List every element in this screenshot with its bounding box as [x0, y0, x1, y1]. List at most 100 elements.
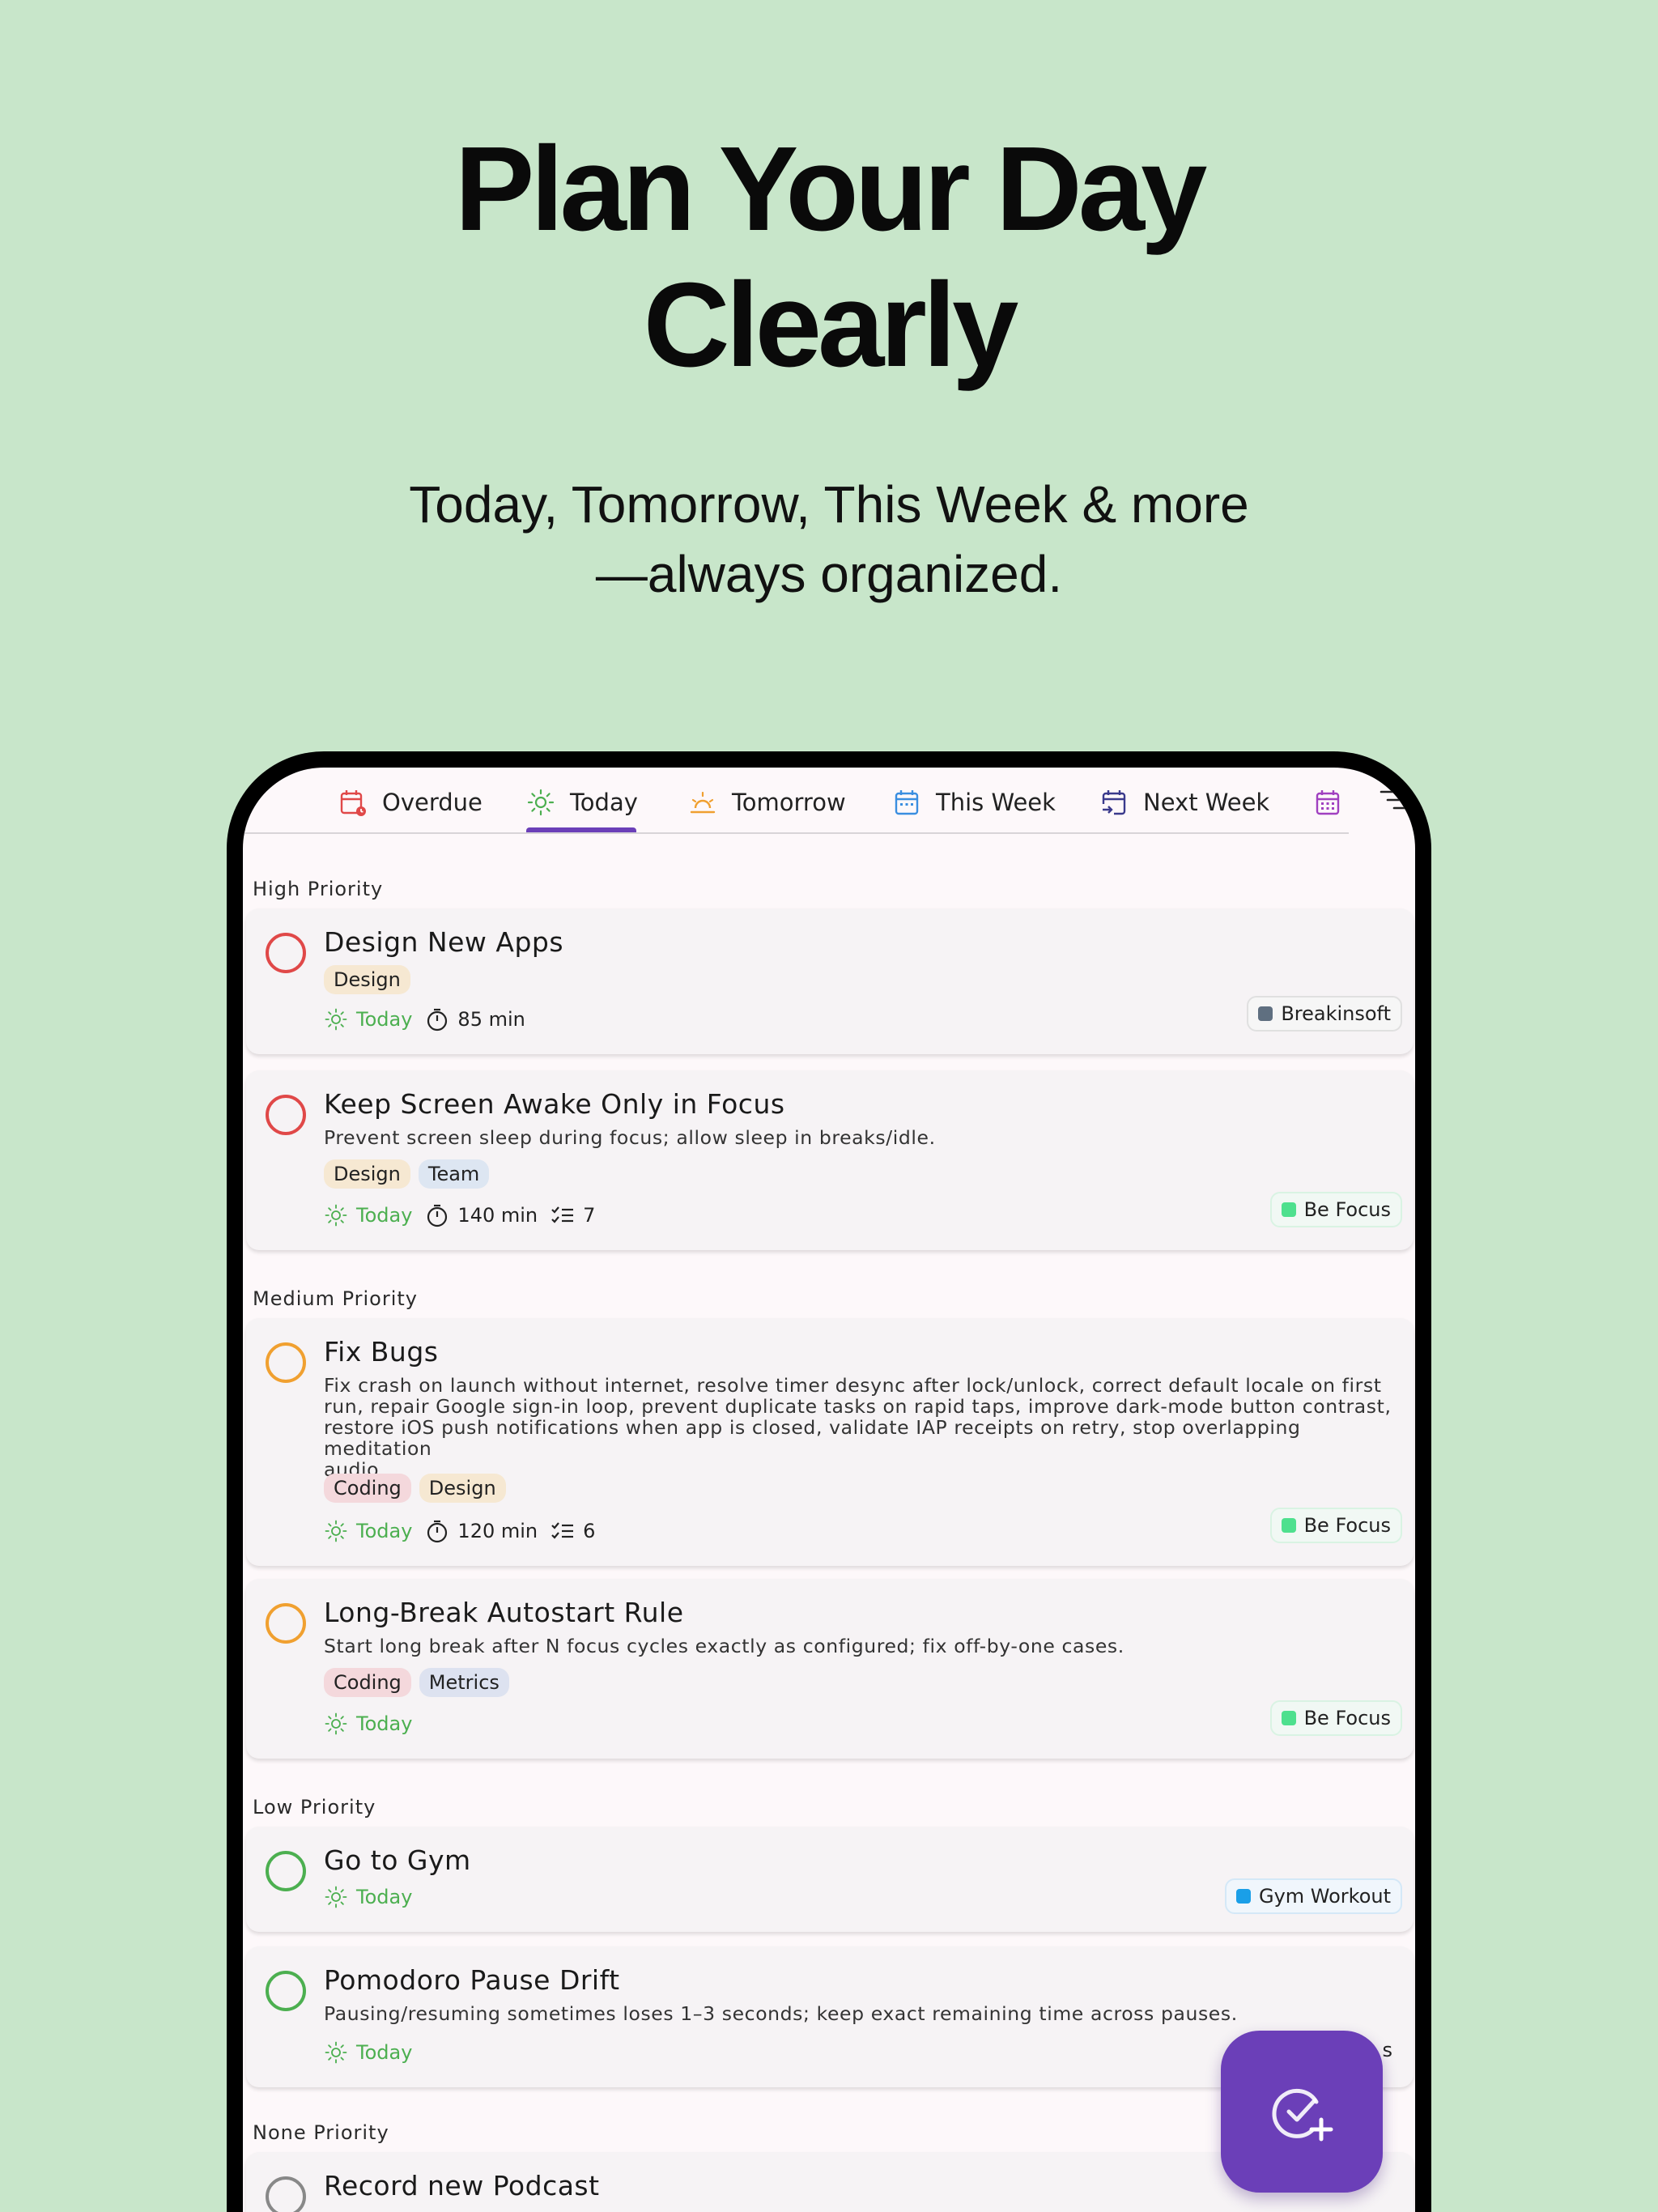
subtasks: 6	[551, 1519, 595, 1543]
task-description: Fix crash on launch without internet, re…	[324, 1375, 1401, 1480]
calendar-alert-icon	[340, 790, 366, 816]
subhead-line-1: Today, Tomorrow, This Week & more	[409, 475, 1249, 534]
tab-calendar[interactable]	[1313, 782, 1342, 823]
description-line: Fix crash on launch without internet, re…	[324, 1374, 1382, 1397]
subtask-count: 7	[583, 1204, 596, 1227]
task-tags: Coding Metrics	[324, 1668, 509, 1697]
task-card[interactable]: Go to Gym Today Gym Workout	[246, 1827, 1414, 1932]
task-title: Long-Break Autostart Rule	[324, 1597, 684, 1628]
due-today: Today	[324, 1885, 412, 1909]
task-meta: Today 120 min 6	[324, 1519, 595, 1543]
duration-label: 120 min	[457, 1520, 538, 1542]
filter-icon[interactable]	[1376, 784, 1409, 816]
subtask-count: 6	[583, 1520, 596, 1542]
promo-headline: Plan Your Day Clearly	[0, 121, 1658, 393]
task-title: Pomodoro Pause Drift	[324, 1964, 620, 1996]
task-tags: Design Team	[324, 1159, 490, 1189]
sun-icon	[325, 1520, 347, 1542]
project-label: Be Focus	[1303, 1198, 1391, 1221]
project-color-dot	[1258, 1006, 1273, 1021]
subhead-line-2: —always organized.	[595, 545, 1063, 603]
project-badge[interactable]: Gym Workout	[1224, 1878, 1402, 1914]
project-color-dot	[1235, 1889, 1251, 1904]
description-line: run, repair Google sign-in loop, prevent…	[324, 1395, 1392, 1418]
description-line: restore iOS push notifications when app …	[324, 1416, 1301, 1460]
task-title: Record new Podcast	[324, 2170, 600, 2201]
due-label: Today	[356, 1520, 413, 1542]
timer-icon	[427, 1204, 448, 1227]
project-label: s	[1382, 2039, 1392, 2061]
task-complete-checkbox[interactable]	[266, 1603, 306, 1644]
task-card[interactable]: Long-Break Autostart Rule Start long bre…	[246, 1579, 1414, 1759]
sunrise-icon	[690, 791, 716, 814]
task-meta: Today	[324, 1885, 412, 1909]
due-today: Today	[324, 1712, 412, 1736]
tab-today[interactable]: Today	[526, 782, 638, 823]
tab-next-week[interactable]: Next Week	[1099, 782, 1269, 823]
task-complete-checkbox[interactable]	[266, 933, 306, 973]
app-screen: Overdue Today Tomorrow This Week Next We…	[243, 768, 1415, 2212]
headline-line-1: Plan Your Day	[454, 122, 1208, 256]
add-task-button[interactable]	[1221, 2031, 1383, 2193]
project-label: Gym Workout	[1258, 1885, 1391, 1908]
date-filter-tabs: Overdue Today Tomorrow This Week Next We…	[243, 768, 1415, 834]
task-complete-checkbox[interactable]	[266, 2176, 306, 2212]
duration: 85 min	[425, 1007, 525, 1032]
tab-tomorrow[interactable]: Tomorrow	[688, 782, 846, 823]
checklist-icon	[551, 1206, 574, 1223]
tag-chip: Design	[324, 1159, 410, 1189]
due-label: Today	[356, 1008, 413, 1031]
task-title: Fix Bugs	[324, 1336, 439, 1368]
task-complete-checkbox[interactable]	[266, 1971, 306, 2011]
task-card[interactable]: Fix Bugs Fix crash on launch without int…	[246, 1318, 1414, 1566]
tab-label: Next Week	[1143, 789, 1270, 816]
due-today: Today	[324, 1203, 412, 1227]
due-today: Today	[324, 2040, 412, 2065]
tab-overdue[interactable]: Overdue	[338, 782, 483, 823]
task-title: Go to Gym	[324, 1844, 471, 1876]
task-description: Start long break after N focus cycles ex…	[324, 1635, 1124, 1657]
tab-label: Overdue	[382, 789, 483, 816]
tabs-divider	[243, 832, 1349, 834]
section-none-priority: None Priority	[253, 2121, 389, 2144]
tag-chip: Team	[418, 1159, 490, 1189]
task-meta: Today	[324, 1712, 412, 1736]
task-complete-checkbox[interactable]	[266, 1851, 306, 1891]
section-low-priority: Low Priority	[253, 1796, 376, 1819]
project-badge[interactable]: Be Focus	[1269, 1700, 1402, 1736]
project-label: Be Focus	[1303, 1514, 1391, 1537]
due-label: Today	[356, 1712, 413, 1735]
task-card[interactable]: Design New Apps Design Today 85 min Brea…	[246, 908, 1414, 1054]
sun-icon	[325, 2041, 347, 2064]
tab-label: Tomorrow	[732, 789, 846, 816]
task-meta: Today	[324, 2040, 412, 2065]
sun-icon	[325, 1712, 347, 1735]
tab-this-week[interactable]: This Week	[892, 782, 1056, 823]
promo-subhead: Today, Tomorrow, This Week & more —alway…	[0, 470, 1658, 609]
project-color-dot	[1281, 1711, 1296, 1725]
task-complete-checkbox[interactable]	[266, 1342, 306, 1383]
task-title: Keep Screen Awake Only in Focus	[324, 1088, 785, 1120]
subtasks: 7	[551, 1203, 595, 1227]
project-badge[interactable]: Breakinsoft	[1247, 996, 1402, 1032]
add-task-icon	[1272, 2088, 1333, 2142]
task-complete-checkbox[interactable]	[266, 1095, 306, 1135]
task-card[interactable]: Keep Screen Awake Only in Focus Prevent …	[246, 1070, 1414, 1250]
project-label: Breakinsoft	[1281, 1002, 1391, 1025]
project-badge[interactable]: Be Focus	[1269, 1508, 1402, 1543]
duration-label: 140 min	[457, 1204, 538, 1227]
due-today: Today	[324, 1519, 412, 1543]
project-badge[interactable]: Be Focus	[1269, 1192, 1402, 1227]
tab-label: Today	[570, 789, 638, 816]
sun-icon	[325, 1204, 347, 1227]
tag-chip: Metrics	[419, 1668, 509, 1697]
tag-chip: Design	[324, 965, 410, 994]
tag-chip: Coding	[324, 1474, 411, 1503]
section-high-priority: High Priority	[253, 878, 384, 900]
calendar-grid-icon	[1316, 790, 1340, 815]
due-label: Today	[356, 1204, 413, 1227]
project-color-dot	[1281, 1518, 1296, 1533]
project-label: Be Focus	[1303, 1707, 1391, 1729]
sun-icon	[527, 789, 555, 816]
timer-icon	[427, 1520, 448, 1543]
